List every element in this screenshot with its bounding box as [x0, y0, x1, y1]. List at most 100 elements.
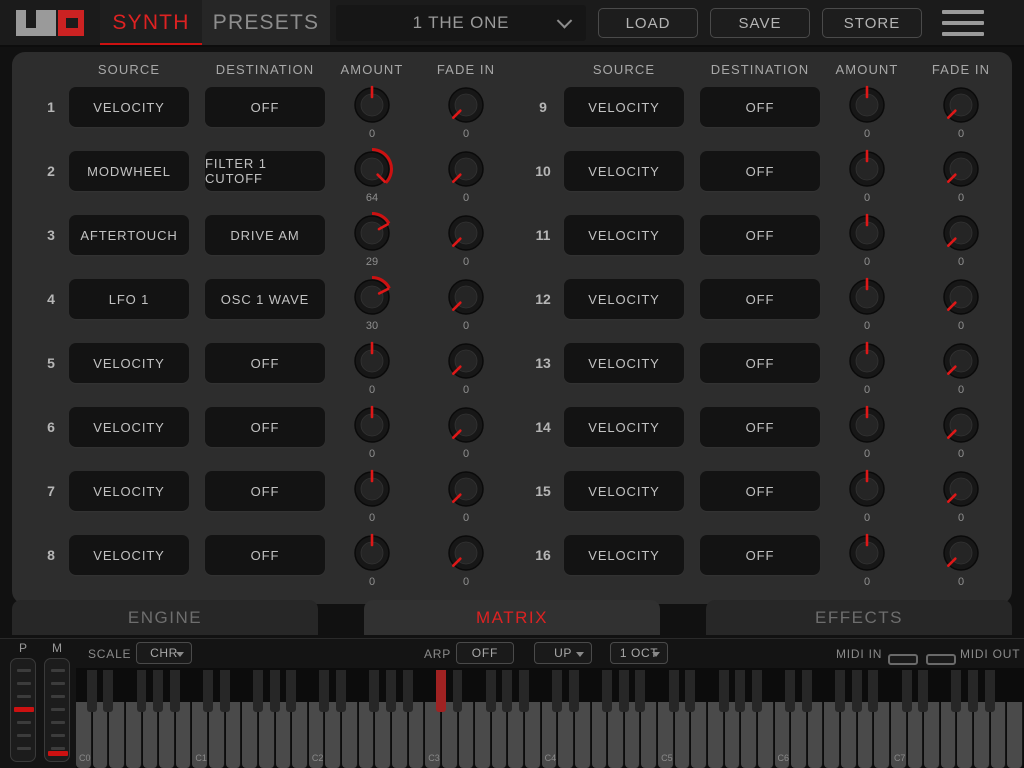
black-key[interactable]: [635, 670, 645, 712]
amount-knob[interactable]: 0: [840, 275, 894, 332]
tab-synth[interactable]: SYNTH: [100, 0, 202, 46]
black-key[interactable]: [502, 670, 512, 712]
amount-knob-dial[interactable]: [845, 403, 889, 447]
black-key[interactable]: [802, 670, 812, 712]
destination-select[interactable]: OFF: [700, 535, 820, 575]
amount-knob-dial[interactable]: [845, 531, 889, 575]
black-key[interactable]: [203, 670, 213, 712]
source-select[interactable]: VELOCITY: [564, 471, 684, 511]
section-tab-engine[interactable]: ENGINE: [12, 600, 318, 635]
white-key[interactable]: [874, 702, 890, 768]
white-key[interactable]: [525, 702, 541, 768]
fade-in-knob[interactable]: 0: [934, 211, 988, 268]
black-key[interactable]: [835, 670, 845, 712]
amount-knob-dial[interactable]: [845, 83, 889, 127]
tab-presets[interactable]: PRESETS: [202, 0, 330, 46]
white-key[interactable]: [991, 702, 1007, 768]
fade-in-knob-dial[interactable]: [939, 83, 983, 127]
black-key[interactable]: [569, 670, 579, 712]
black-key[interactable]: [868, 670, 878, 712]
destination-select[interactable]: OFF: [700, 279, 820, 319]
fade-in-knob-dial[interactable]: [939, 531, 983, 575]
arp-toggle-button[interactable]: OFF: [456, 642, 514, 664]
section-tab-effects[interactable]: EFFECTS: [706, 600, 1012, 635]
black-key[interactable]: [220, 670, 230, 712]
fade-in-knob[interactable]: 0: [934, 403, 988, 460]
keyboard[interactable]: C0C1C2C3C4C5C6C7: [76, 668, 1024, 768]
fade-in-knob[interactable]: 0: [934, 83, 988, 140]
fade-in-knob-dial[interactable]: [939, 275, 983, 319]
amount-knob[interactable]: 0: [840, 531, 894, 588]
amount-knob[interactable]: 0: [840, 339, 894, 396]
source-select[interactable]: VELOCITY: [564, 407, 684, 447]
fade-in-knob-dial[interactable]: [939, 403, 983, 447]
scale-select[interactable]: CHR: [136, 642, 192, 664]
black-key[interactable]: [985, 670, 995, 712]
black-key[interactable]: [685, 670, 695, 712]
fade-in-knob[interactable]: 0: [934, 531, 988, 588]
arp-range-select[interactable]: 1 OCT: [610, 642, 668, 664]
black-key[interactable]: [369, 670, 379, 712]
black-key-active[interactable]: [436, 670, 446, 712]
amount-knob-dial[interactable]: [845, 211, 889, 255]
black-key[interactable]: [286, 670, 296, 712]
fade-in-knob-dial[interactable]: [939, 467, 983, 511]
black-key[interactable]: [103, 670, 113, 712]
black-key[interactable]: [453, 670, 463, 712]
mod-wheel[interactable]: [44, 658, 70, 762]
pitch-wheel[interactable]: [10, 658, 36, 762]
white-key[interactable]: [342, 702, 358, 768]
black-key[interactable]: [486, 670, 496, 712]
white-key[interactable]: [641, 702, 657, 768]
white-key[interactable]: [575, 702, 591, 768]
white-key[interactable]: [758, 702, 774, 768]
section-tab-matrix[interactable]: MATRIX: [364, 600, 660, 635]
black-key[interactable]: [319, 670, 329, 712]
fade-in-knob-dial[interactable]: [939, 211, 983, 255]
black-key[interactable]: [170, 670, 180, 712]
white-key[interactable]: [691, 702, 707, 768]
destination-select[interactable]: OFF: [700, 471, 820, 511]
white-key[interactable]: [109, 702, 125, 768]
amount-knob[interactable]: 0: [840, 83, 894, 140]
source-select[interactable]: VELOCITY: [564, 151, 684, 191]
white-key[interactable]: [409, 702, 425, 768]
black-key[interactable]: [752, 670, 762, 712]
store-button[interactable]: STORE: [822, 8, 922, 38]
amount-knob[interactable]: 0: [840, 147, 894, 204]
white-key[interactable]: [459, 702, 475, 768]
destination-select[interactable]: OFF: [700, 87, 820, 127]
white-key[interactable]: [176, 702, 192, 768]
source-select[interactable]: VELOCITY: [564, 215, 684, 255]
white-key[interactable]: [226, 702, 242, 768]
black-key[interactable]: [602, 670, 612, 712]
preset-select[interactable]: 1 THE ONE: [336, 5, 586, 41]
black-key[interactable]: [951, 670, 961, 712]
black-key[interactable]: [735, 670, 745, 712]
fade-in-knob-dial[interactable]: [939, 339, 983, 383]
black-key[interactable]: [719, 670, 729, 712]
black-key[interactable]: [137, 670, 147, 712]
black-key[interactable]: [519, 670, 529, 712]
black-key[interactable]: [902, 670, 912, 712]
fade-in-knob[interactable]: 0: [934, 147, 988, 204]
black-key[interactable]: [785, 670, 795, 712]
source-select[interactable]: VELOCITY: [564, 535, 684, 575]
black-key[interactable]: [336, 670, 346, 712]
arp-direction-select[interactable]: UP: [534, 642, 592, 664]
white-key[interactable]: [808, 702, 824, 768]
black-key[interactable]: [253, 670, 263, 712]
amount-knob-dial[interactable]: [845, 339, 889, 383]
load-button[interactable]: LOAD: [598, 8, 698, 38]
black-key[interactable]: [918, 670, 928, 712]
source-select[interactable]: VELOCITY: [564, 343, 684, 383]
amount-knob-dial[interactable]: [845, 147, 889, 191]
white-key[interactable]: [924, 702, 940, 768]
black-key[interactable]: [87, 670, 97, 712]
black-key[interactable]: [403, 670, 413, 712]
destination-select[interactable]: OFF: [700, 151, 820, 191]
black-key[interactable]: [669, 670, 679, 712]
hamburger-menu-icon[interactable]: [942, 8, 984, 38]
fade-in-knob[interactable]: 0: [934, 275, 988, 332]
source-select[interactable]: VELOCITY: [564, 279, 684, 319]
